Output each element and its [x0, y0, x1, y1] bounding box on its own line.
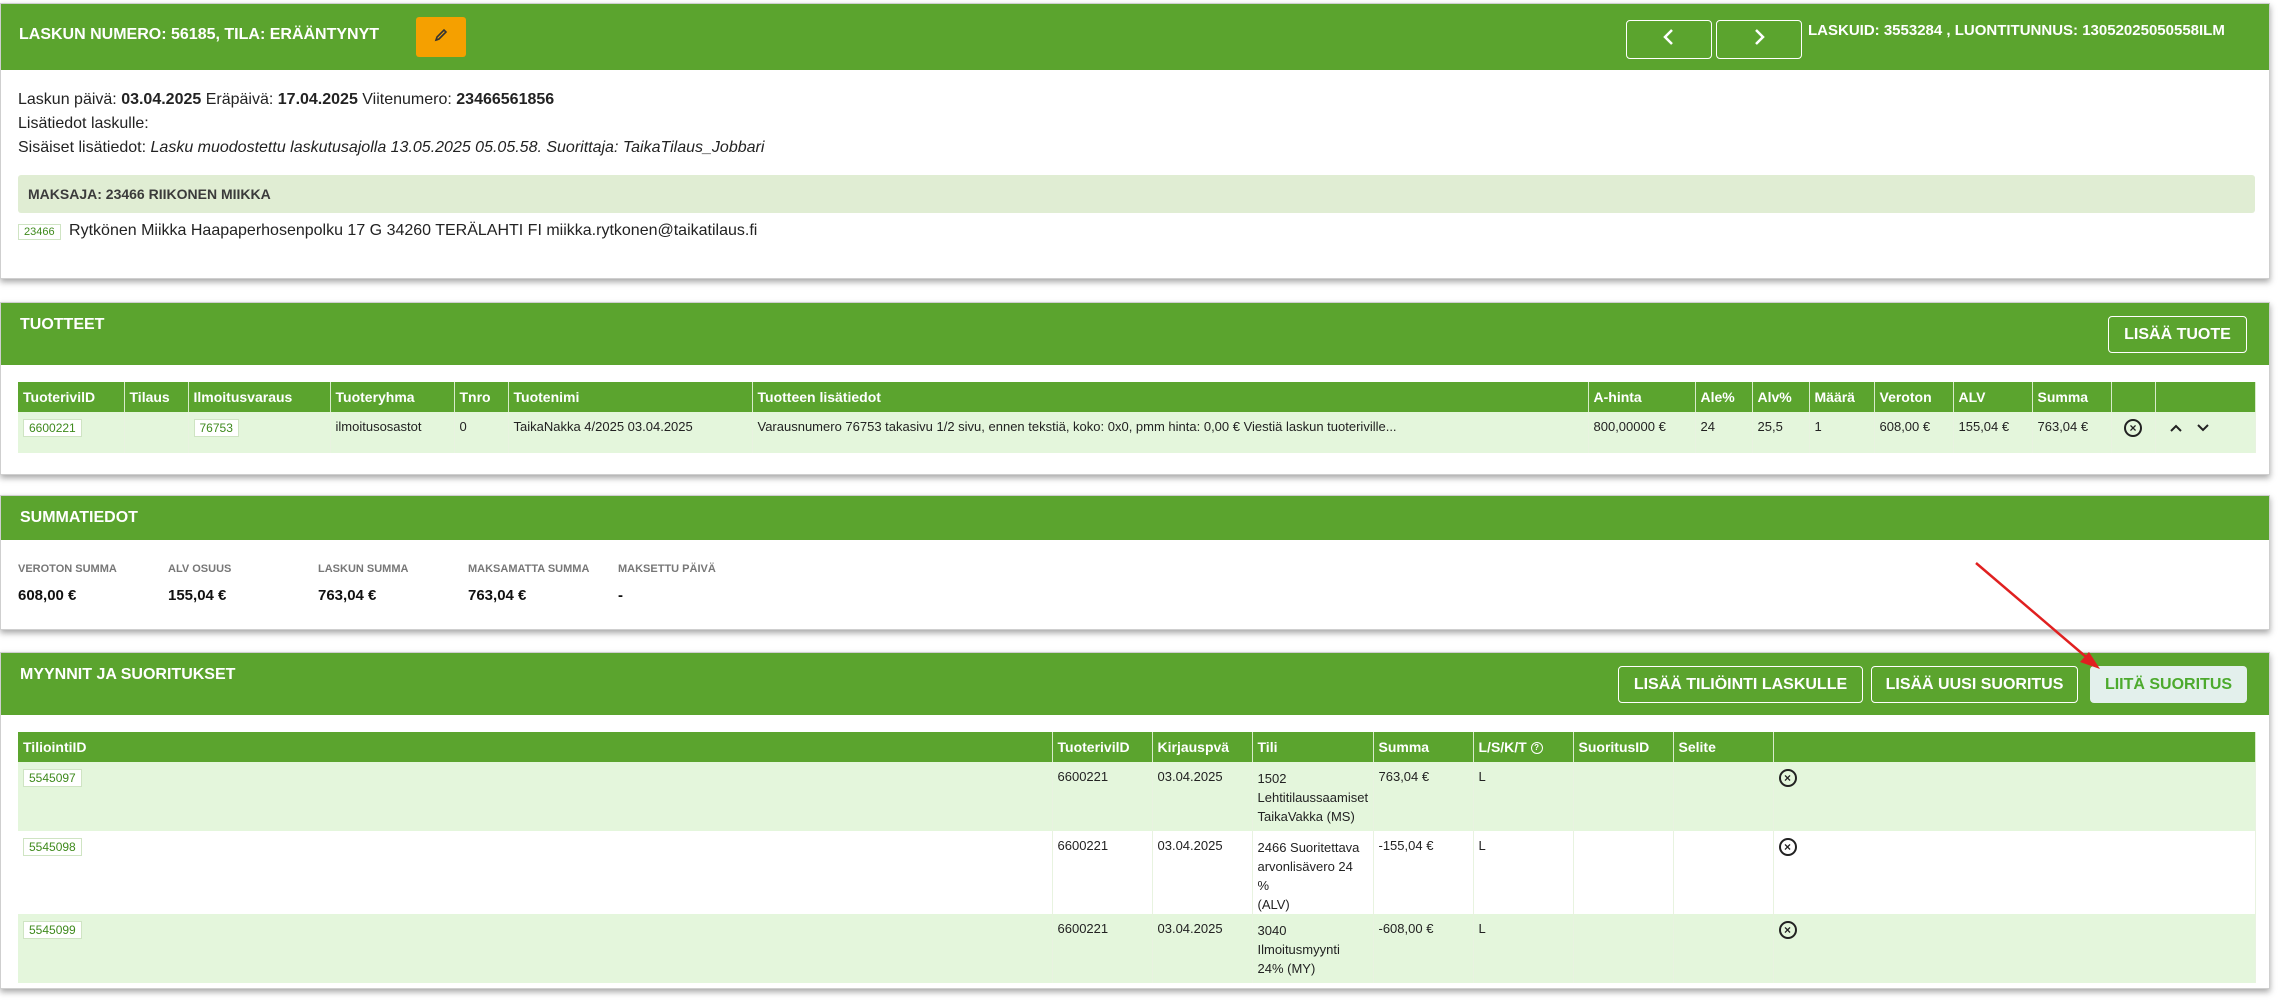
col-header[interactable]: SuoritusID [1573, 732, 1674, 762]
col-header[interactable]: Tnro [454, 382, 509, 412]
payer-band: MAKSAJA: 23466 RIIKONEN MIIKKA [18, 175, 2255, 213]
next-invoice-button[interactable] [1716, 20, 1802, 59]
add-payment-button[interactable]: LISÄÄ UUSI SUORITUS [1871, 666, 2078, 703]
summary-label: MAKSETTU PÄIVÄ [618, 563, 716, 575]
summary-label: LASKUN SUMMA [318, 563, 409, 575]
col-header[interactable]: Summa [1373, 732, 1474, 762]
reference-number: 23466561856 [456, 91, 555, 108]
posting-id-link[interactable]: 5545097 [23, 769, 82, 787]
col-header[interactable]: Veroton [1874, 382, 1954, 412]
col-header-blank [1773, 732, 2256, 762]
col-header-blank [2111, 382, 2156, 412]
chevron-right-icon [1752, 27, 1766, 52]
remove-posting-icon[interactable]: × [1778, 921, 1797, 939]
payer-name: 23466 RIIKONEN MIIKKA [105, 186, 271, 202]
posting-id-link[interactable]: 5545099 [23, 921, 82, 939]
col-header-blank [2155, 382, 2256, 412]
col-header[interactable]: Tilaus [124, 382, 189, 412]
due-date: 17.04.2025 [277, 91, 358, 108]
add-posting-button[interactable]: LISÄÄ TILIÖINTI LASKULLE [1618, 666, 1863, 703]
summary-value: 763,04 € [468, 587, 527, 604]
col-header[interactable]: Tuotenimi [508, 382, 753, 412]
col-header[interactable]: A-hinta [1588, 382, 1696, 412]
products-table: TuoterivilD Tilaus Ilmoitusvaraus Tuoter… [18, 382, 2256, 453]
col-header[interactable]: Tuotteen lisätiedot [752, 382, 1589, 412]
table-row: 5545098 6600221 03.04.2025 2466 Suoritet… [18, 831, 2256, 914]
col-header[interactable]: Alv% [1752, 382, 1810, 412]
col-header[interactable]: Määrä [1809, 382, 1875, 412]
invoice-status: ERÄÄNTYNYT [269, 26, 380, 43]
payer-info: 23466 Rytkönen Miikka Haapaperhosenpolku… [18, 222, 757, 240]
remove-posting-icon[interactable]: × [1778, 769, 1797, 787]
products-title: TUOTTEET [20, 316, 105, 333]
sales-panel: MYYNNIT JA SUORITUKSET LISÄÄ TILIÖINTI L… [0, 652, 2270, 989]
summary-label: ALV OSUUS [168, 563, 232, 575]
posting-id-link[interactable]: 5545098 [23, 838, 82, 856]
col-header[interactable]: Selite [1673, 732, 1774, 762]
table-row: 5545099 6600221 03.04.2025 3040 Ilmoitus… [18, 914, 2256, 983]
table-row: 5545097 6600221 03.04.2025 1502 Lehtitil… [18, 762, 2256, 831]
summary-value: 155,04 € [168, 587, 227, 604]
col-header[interactable]: Ilmoitusvaraus [188, 382, 331, 412]
sales-table: TiliointiID TuoterivilD Kirjauspvä Tili … [18, 732, 2256, 983]
payer-title: MAKSAJA: 23466 RIIKONEN MIIKKA [28, 186, 271, 202]
products-panel: TUOTTEET LISÄÄ TUOTE TuoterivilD Tilaus … [0, 302, 2270, 475]
invoice-number: 56185 [171, 26, 216, 43]
products-header-bar: TUOTTEET LISÄÄ TUOTE [1, 303, 2269, 365]
reservation-link[interactable]: 76753 [193, 419, 239, 437]
pencil-icon [433, 27, 449, 48]
summary-value: 763,04 € [318, 587, 377, 604]
summary-header-bar: SUMMATIEDOT [1, 496, 2269, 540]
invoice-dates: Laskun päivä: 03.04.2025 Eräpäivä: 17.04… [18, 91, 555, 108]
col-header[interactable]: Tili [1252, 732, 1374, 762]
remove-posting-icon[interactable]: × [1778, 838, 1797, 856]
summary-panel: SUMMATIEDOT VEROTON SUMMA 608,00 € ALV O… [0, 495, 2270, 630]
help-icon[interactable]: ? [1530, 742, 1543, 755]
summary-label: VEROTON SUMMA [18, 563, 117, 575]
table-row: 6600221 76753 ilmoitusosastot 0 TaikaNak… [18, 412, 2256, 453]
payer-address: Rytkönen Miikka Haapaperhosenpolku 17 G … [69, 222, 758, 239]
summary-label: MAKSAMATTA SUMMA [468, 563, 590, 575]
internal-info: Sisäiset lisätiedot: Lasku muodostettu l… [18, 139, 765, 156]
sales-title: MYYNNIT JA SUORITUKSET [20, 666, 236, 683]
chevron-left-icon [1662, 27, 1676, 52]
col-header[interactable]: ALV [1953, 382, 2033, 412]
sales-header-bar: MYYNNIT JA SUORITUKSET LISÄÄ TILIÖINTI L… [1, 653, 2269, 715]
invoice-panel: LASKUN NUMERO: 56185, TILA: ERÄÄNTYNYT L… [0, 3, 2270, 279]
payer-id-link[interactable]: 23466 [18, 224, 61, 240]
col-header[interactable]: Kirjauspvä [1152, 732, 1253, 762]
sales-header-row: TiliointiID TuoterivilD Kirjauspvä Tili … [18, 732, 2256, 762]
extra-info: Lisätiedot laskulle: [18, 115, 149, 132]
products-header-row: TuoterivilD Tilaus Ilmoitusvaraus Tuoter… [18, 382, 2256, 412]
col-header[interactable]: TuoterivilD [18, 382, 125, 412]
col-header[interactable]: Ale% [1695, 382, 1753, 412]
invoice-date: 03.04.2025 [121, 91, 202, 108]
move-up-icon[interactable] [2169, 421, 2183, 436]
add-product-button[interactable]: LISÄÄ TUOTE [2108, 316, 2247, 353]
col-header[interactable]: Summa [2032, 382, 2112, 412]
remove-product-icon[interactable]: × [2124, 419, 2142, 437]
summary-title: SUMMATIEDOT [20, 509, 138, 526]
move-down-icon[interactable] [2196, 421, 2210, 436]
col-header[interactable]: Tuoteryhma [330, 382, 455, 412]
invoice-header-bar: LASKUN NUMERO: 56185, TILA: ERÄÄNTYNYT L… [1, 4, 2269, 70]
col-header-type[interactable]: L/S/K/T ? [1473, 732, 1574, 762]
attach-payment-button[interactable]: LIITÄ SUORITUS [2090, 666, 2247, 703]
col-header[interactable]: TiliointiID [18, 732, 1053, 762]
invoice-details: Laskun päivä: 03.04.2025 Eräpäivä: 17.04… [18, 88, 764, 160]
summary-value: 608,00 € [18, 587, 77, 604]
invoice-ids: LASKUID: 3553284 , LUONTITUNNUS: 1305202… [1808, 22, 2225, 39]
col-header[interactable]: TuoterivilD [1052, 732, 1153, 762]
edit-button[interactable] [416, 17, 466, 57]
invoice-title: LASKUN NUMERO: 56185, TILA: ERÄÄNTYNYT [19, 26, 380, 43]
previous-invoice-button[interactable] [1626, 20, 1712, 59]
product-row-id-link[interactable]: 6600221 [23, 419, 82, 437]
summary-value: - [618, 587, 623, 604]
